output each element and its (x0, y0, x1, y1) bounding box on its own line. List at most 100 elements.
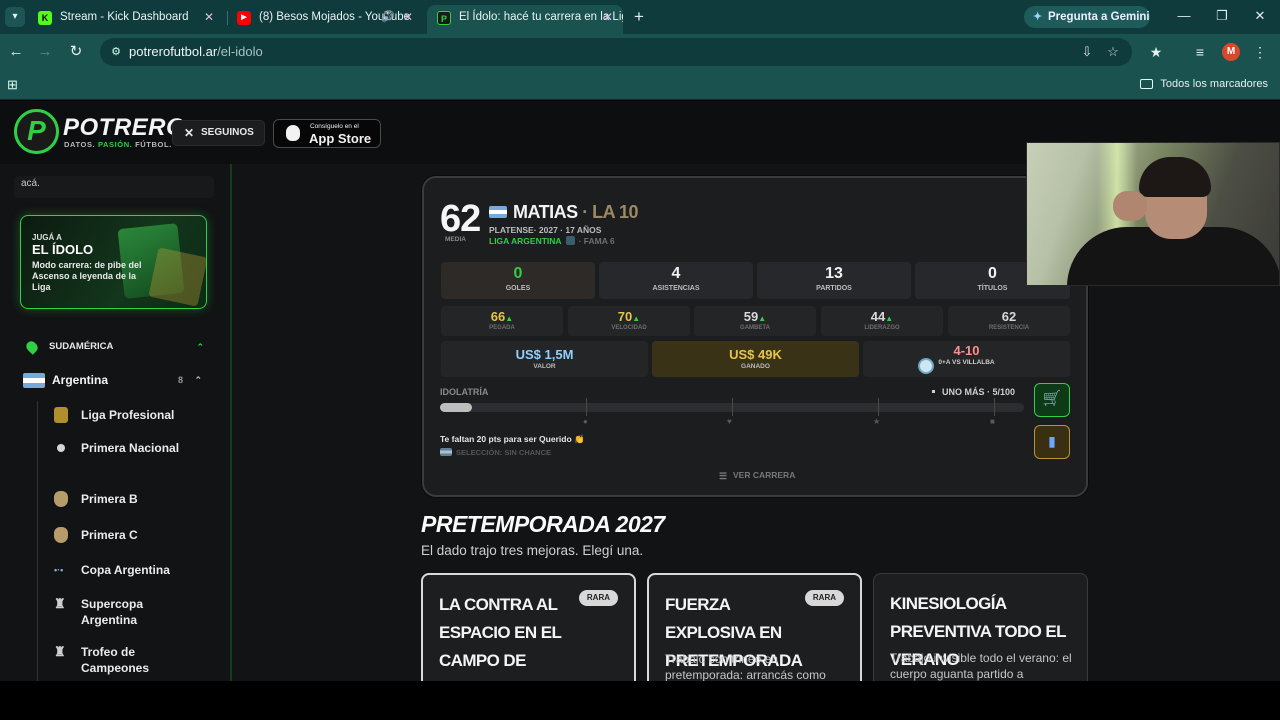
trophy-icon: ♜ (54, 644, 66, 659)
arrow-up-icon: ▲ (632, 314, 641, 323)
close-window-icon[interactable]: ✕ (1246, 4, 1274, 28)
last-match-box[interactable]: 4-10 0+A VS VILLALBA (863, 341, 1070, 377)
gemini-button[interactable]: ✦ Pregunta a Gemini (1024, 6, 1150, 28)
minimize-icon[interactable]: — (1170, 4, 1198, 28)
apps-grid-icon[interactable]: ⊞ (7, 77, 18, 93)
close-tab-icon[interactable]: ✕ (403, 5, 413, 30)
sidebar-item-primera-nacional[interactable]: Primera Nacional (38, 440, 188, 456)
all-bookmarks-button[interactable]: Todos los marcadores (1140, 70, 1268, 98)
attr-value: 62 (1001, 309, 1017, 324)
menu-kebab-icon[interactable]: ⋮ (1250, 42, 1270, 62)
money-value: US$ 1,5M (515, 347, 574, 362)
copa-argentina-icon: •·• (54, 565, 64, 575)
speaker-icon[interactable]: 🔊 (381, 5, 395, 30)
forward-icon[interactable]: → (34, 41, 56, 63)
profile-avatar[interactable]: M (1222, 43, 1240, 61)
webcam-overlay (1026, 142, 1280, 286)
sidebar-item-supercopa-argentina[interactable]: ♜ Supercopa Argentina (38, 596, 188, 628)
url-text[interactable]: potrerofutbol.ar/el-idolo (129, 38, 263, 66)
attr-pegada: 66▲ PEGADA (441, 306, 563, 336)
streamer-headphones (1139, 157, 1211, 197)
attr-label: GAMBETA (740, 325, 770, 331)
youtube-favicon-icon: ▶ (237, 11, 251, 25)
attr-label: RESISTENCIA (988, 325, 1030, 331)
player-name: MATIAS · LA 10 (489, 202, 639, 223)
nav-label: Primera C (81, 528, 138, 542)
install-app-icon[interactable]: ⇩ (1078, 43, 1096, 61)
league-label: LIGA ARGENTINA (489, 236, 562, 246)
upgrade-option-2[interactable]: FUERZA EXPLOSIVA EN PRETEMPORADA RARA Tr… (647, 573, 862, 681)
sidebar-item-copa-argentina[interactable]: •·• Copa Argentina (38, 562, 218, 578)
jersey-icon: ▮ (1048, 433, 1056, 449)
seleccion-status: SELECCIÓN: SIN CHANCE (440, 448, 551, 457)
maximize-icon[interactable]: ❐ (1208, 4, 1236, 28)
primera-b-shield-icon (54, 491, 68, 507)
logo-text[interactable]: POTRERO (63, 114, 185, 142)
site-info-icon[interactable]: ⚙ (109, 45, 123, 59)
status-dot-icon (932, 390, 935, 393)
jersey-button[interactable]: ▮ (1034, 425, 1070, 459)
overall-rating: 62 (440, 198, 481, 240)
upgrade-option-1[interactable]: LA CONTRA AL ESPACIO EN EL CAMPO DE ENTR… (421, 573, 636, 681)
omnibox[interactable]: ⚙ potrerofutbol.ar/el-idolo ⇩ ☆ (100, 38, 1132, 66)
stat-label: PARTIDOS (816, 285, 852, 292)
logo-tagline: DATOS. PASIÓN. FÚTBOL. (64, 140, 172, 149)
sidebar-item-primera-b[interactable]: Primera B (38, 491, 218, 507)
nav-label: Supercopa Argentina (81, 597, 144, 627)
primera-c-shield-icon (54, 527, 68, 543)
sidebar-country-argentina[interactable]: Argentina 8 ⌃ (20, 369, 210, 391)
sidebar-search-text[interactable]: acá. (14, 176, 214, 198)
close-tab-icon[interactable]: ✕ (204, 5, 214, 30)
tab-title: Stream - Kick Dashboard (60, 11, 189, 23)
sidebar-region-sudamerica[interactable]: SUDAMÉRICA ⌃ (20, 337, 210, 357)
potrero-favicon-icon: P (437, 11, 451, 25)
trophy-icon: ♜ (54, 596, 66, 611)
potrero-logo-icon[interactable]: P (14, 109, 59, 154)
shop-cart-button[interactable]: 🛒 (1034, 383, 1070, 417)
progress-tick (994, 398, 995, 416)
new-tab-icon[interactable]: + (630, 6, 648, 28)
stat-value: 0 (513, 265, 523, 282)
sidebar-item-primera-c[interactable]: Primera C (38, 527, 218, 543)
tab-el-idolo[interactable]: P El Ídolo: hacé tu carrera en la Liga ✕ (427, 5, 623, 34)
milestone-heart-icon: ♥ (727, 417, 732, 426)
x-logo-icon: ✕ (184, 126, 195, 140)
ver-carrera-button[interactable]: ☰ VER CARRERA (719, 470, 795, 481)
sidebar-item-trofeo-de-campeones[interactable]: ♜ Trofeo de Campeones (38, 644, 188, 676)
attr-label: VELOCIDAD (611, 325, 647, 331)
appstore-big-text: App Store (309, 131, 372, 146)
upgrade-option-3[interactable]: KINESIOLOGÍA PREVENTIVA TODO EL VERANO T… (873, 573, 1088, 681)
extensions-icon[interactable]: ★ (1146, 42, 1166, 62)
attr-value: 66 (490, 309, 506, 324)
country-count: 8 (177, 375, 183, 385)
attr-value: 59 (743, 309, 759, 324)
tab-kick-dashboard[interactable]: K Stream - Kick Dashboard ✕ (28, 5, 224, 34)
option-desc: Trabajo invisible todo el verano: el cue… (890, 651, 1072, 681)
sidebar-item-liga-profesional[interactable]: Liga Profesional (38, 407, 218, 423)
media-controls-icon[interactable]: ≡ (1190, 42, 1210, 62)
attr-gambeta: 59▲ GAMBETA (694, 306, 816, 336)
chevron-up-icon[interactable]: ⌃ (194, 369, 202, 391)
tab-youtube[interactable]: ▶ (8) Besos Mojados - YouTube 🔊 ✕ (227, 5, 423, 34)
stat-value: 13 (825, 265, 843, 282)
money-label: GANADO (741, 363, 770, 370)
player-career-card: 62 MEDIA MATIAS · LA 10 PLATENSE· 2027 ·… (422, 176, 1088, 497)
apple-icon (286, 125, 300, 141)
tab-search-icon[interactable]: ▾ (5, 7, 25, 27)
idolatria-progress-fill (440, 403, 473, 412)
reload-icon[interactable]: ↻ (65, 41, 87, 63)
chevron-up-icon[interactable]: ⌃ (196, 337, 204, 357)
idolatria-status: UNO MÁS · 5/100 (932, 387, 1015, 397)
milestone-ball-icon: ● (583, 417, 588, 426)
player-league: LIGA ARGENTINA · FAMA 6 (489, 236, 615, 246)
stat-asistencias: 4 ASISTENCIAS (599, 262, 753, 299)
overall-label: MEDIA (445, 236, 466, 243)
bookmark-star-icon[interactable]: ☆ (1104, 43, 1122, 61)
app-store-button[interactable]: Consíguelo en el App Store (273, 119, 381, 148)
follow-x-button[interactable]: ✕ SEGUINOS (172, 120, 265, 146)
close-tab-icon[interactable]: ✕ (603, 5, 613, 30)
el-idolo-promo-card[interactable]: JUGÁ A EL ÍDOLO Modo carrera: de pibe de… (20, 215, 207, 309)
gemini-label: Pregunta a Gemini (1048, 11, 1150, 23)
attr-label: LIDERAZGO (864, 325, 900, 331)
back-icon[interactable]: ← (5, 41, 27, 63)
